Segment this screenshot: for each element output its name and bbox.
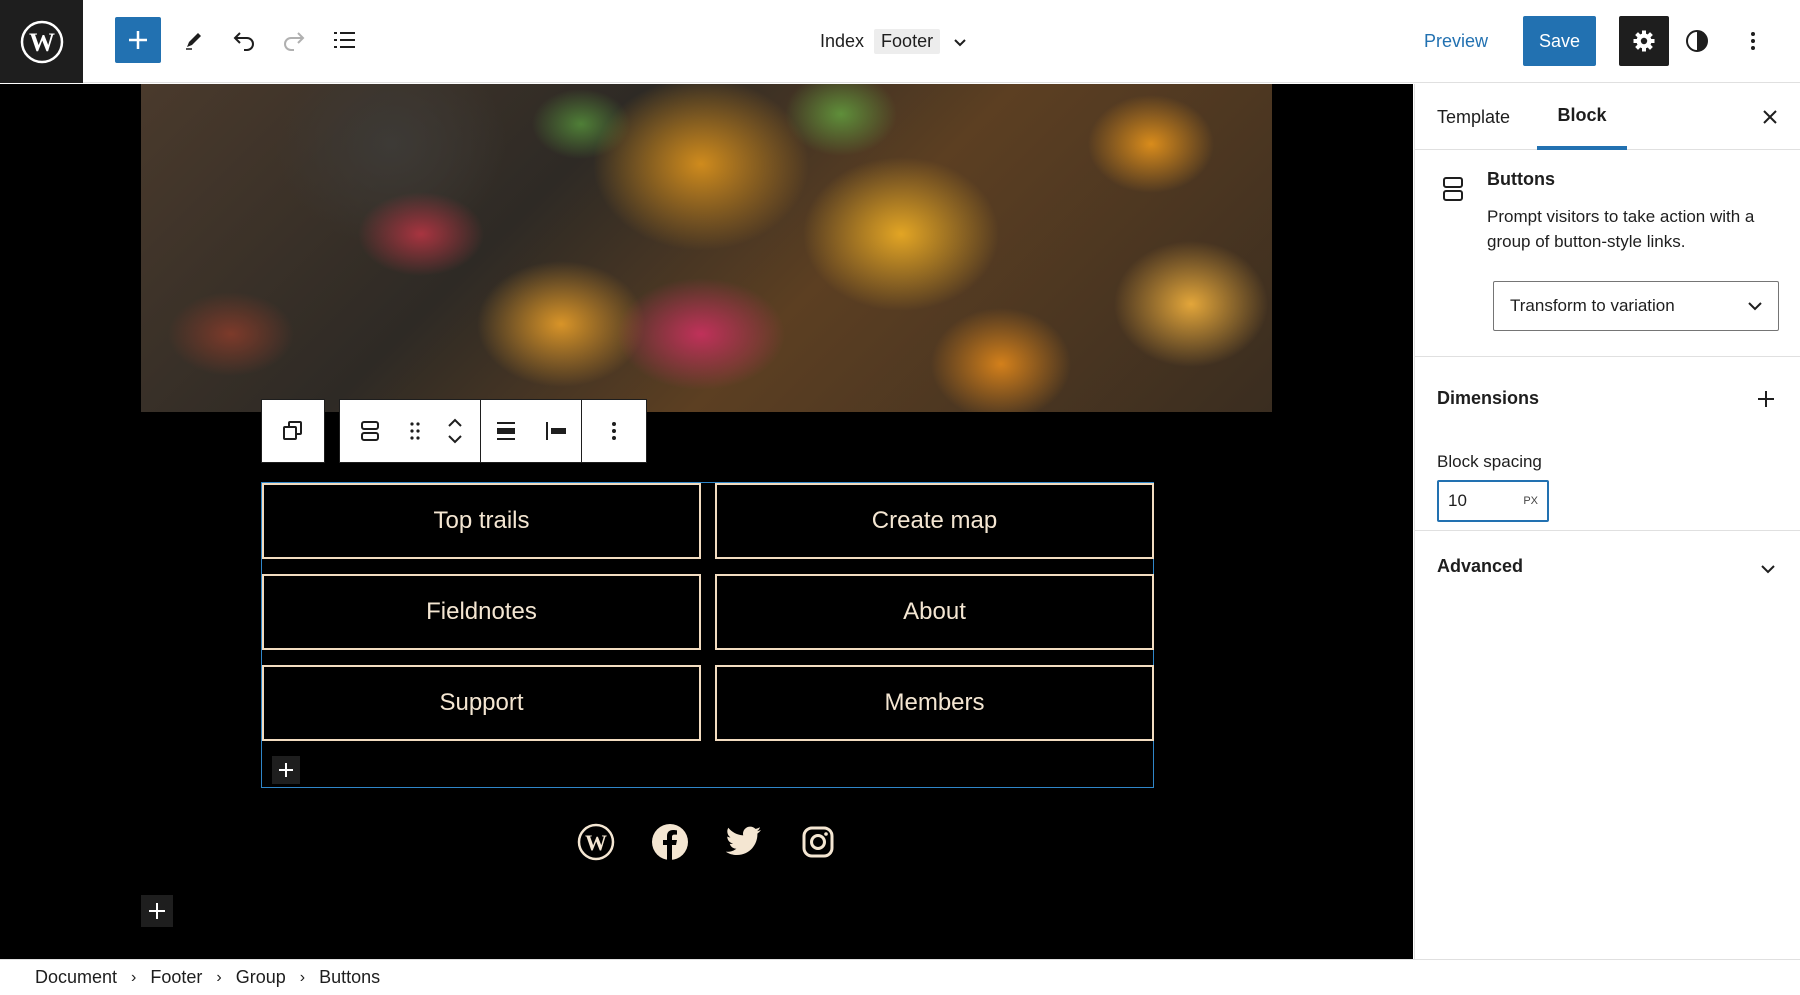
contrast-icon bbox=[1686, 30, 1708, 52]
breadcrumb-item-document[interactable]: Document bbox=[35, 967, 117, 988]
plus-icon bbox=[279, 763, 293, 777]
block-spacing-unit[interactable]: PX bbox=[1523, 495, 1538, 507]
redo-icon bbox=[284, 32, 305, 51]
transform-variation-label: Transform to variation bbox=[1510, 296, 1675, 315]
block-spacing-value: 10 bbox=[1448, 491, 1467, 510]
button-top-trails[interactable]: Top trails bbox=[262, 483, 701, 559]
undo-button[interactable] bbox=[221, 17, 267, 63]
plus-icon bbox=[1758, 391, 1774, 407]
block-controls-group bbox=[339, 399, 647, 463]
settings-sidebar: Template Block Buttons Prompt visitors t… bbox=[1414, 84, 1800, 959]
document-type-tag: Footer bbox=[874, 29, 941, 54]
chevron-right-icon: › bbox=[299, 968, 306, 986]
breadcrumb-item-footer[interactable]: Footer bbox=[150, 967, 202, 988]
align-left-icon bbox=[546, 422, 566, 440]
tab-block[interactable]: Block bbox=[1537, 84, 1627, 150]
block-breadcrumb: Document › Footer › Group › Buttons bbox=[0, 959, 1800, 995]
justify-button[interactable] bbox=[481, 400, 531, 462]
block-type-button[interactable] bbox=[340, 400, 400, 462]
preview-button[interactable]: Preview bbox=[1424, 0, 1488, 83]
drag-handle-icon bbox=[410, 422, 420, 440]
facebook-icon bbox=[652, 824, 688, 860]
social-link-twitter[interactable] bbox=[722, 820, 766, 864]
document-title[interactable]: Index Footer bbox=[820, 0, 970, 83]
justify-center-icon bbox=[497, 422, 515, 440]
twitter-icon bbox=[725, 826, 761, 855]
pencil-icon bbox=[186, 33, 201, 50]
dimensions-panel: Dimensions Block spacing 10 PX bbox=[1415, 358, 1800, 531]
tab-template[interactable]: Template bbox=[1437, 84, 1510, 150]
document-title-text: Index bbox=[820, 31, 865, 51]
button-create-map[interactable]: Create map bbox=[715, 483, 1154, 559]
styles-button[interactable] bbox=[1672, 16, 1722, 66]
block-toolbar bbox=[261, 399, 647, 463]
block-spacing-label: Block spacing bbox=[1437, 452, 1542, 471]
drag-handle[interactable] bbox=[400, 400, 430, 462]
select-parent-icon bbox=[283, 421, 302, 440]
add-block-appender[interactable] bbox=[141, 895, 173, 927]
svg-text:W: W bbox=[29, 28, 55, 57]
more-vertical-icon bbox=[612, 422, 616, 440]
button-fieldnotes[interactable]: Fieldnotes bbox=[262, 574, 701, 650]
buttons-block[interactable]: Top trails Create map Fieldnotes About S… bbox=[261, 482, 1154, 788]
button-members[interactable]: Members bbox=[715, 665, 1154, 741]
redo-button[interactable] bbox=[271, 17, 317, 63]
chevron-up-icon[interactable] bbox=[445, 413, 465, 431]
chevron-down-icon[interactable] bbox=[950, 32, 970, 52]
block-description: Prompt visitors to take action with a gr… bbox=[1487, 207, 1755, 251]
buttons-block-icon bbox=[1441, 175, 1465, 208]
more-vertical-icon bbox=[1751, 32, 1755, 50]
advanced-toggle[interactable] bbox=[1753, 554, 1783, 584]
undo-icon bbox=[233, 32, 254, 51]
button-about[interactable]: About bbox=[715, 574, 1154, 650]
transform-variation-select[interactable]: Transform to variation bbox=[1493, 281, 1779, 331]
plus-icon bbox=[129, 31, 147, 49]
add-button-appender[interactable] bbox=[272, 756, 300, 784]
social-link-wordpress[interactable]: W bbox=[574, 820, 618, 864]
advanced-panel[interactable]: Advanced bbox=[1415, 532, 1800, 598]
svg-text:W: W bbox=[585, 830, 607, 855]
editor-canvas[interactable]: Top trails Create map Fieldnotes About S… bbox=[0, 84, 1413, 959]
settings-button[interactable] bbox=[1619, 16, 1669, 66]
chevron-down-icon bbox=[1748, 302, 1762, 311]
buttons-block-icon bbox=[361, 421, 379, 441]
breadcrumb-item-group[interactable]: Group bbox=[236, 967, 286, 988]
select-parent-button[interactable] bbox=[261, 399, 325, 463]
align-button[interactable] bbox=[531, 400, 581, 462]
close-sidebar-button[interactable] bbox=[1755, 102, 1785, 132]
gear-icon bbox=[1633, 30, 1655, 52]
chevron-right-icon: › bbox=[131, 968, 137, 986]
block-options-button[interactable] bbox=[582, 400, 646, 462]
dimensions-title: Dimensions bbox=[1437, 388, 1540, 408]
add-block-button[interactable] bbox=[115, 17, 161, 63]
sidebar-tabs: Template Block bbox=[1415, 84, 1800, 150]
wordpress-icon: W bbox=[20, 20, 63, 63]
block-title: Buttons bbox=[1487, 169, 1555, 189]
button-support[interactable]: Support bbox=[262, 665, 701, 741]
close-icon bbox=[1763, 110, 1777, 124]
edit-tools-button[interactable] bbox=[171, 17, 217, 63]
wordpress-logo-button[interactable]: W bbox=[0, 0, 83, 83]
plus-icon bbox=[149, 903, 165, 919]
top-toolbar: W Index Footer Preview Save bbox=[0, 0, 1800, 83]
dimensions-options-button[interactable] bbox=[1749, 382, 1783, 416]
hero-image[interactable] bbox=[141, 84, 1272, 412]
social-link-facebook[interactable] bbox=[648, 820, 692, 864]
breadcrumb-item-buttons: Buttons bbox=[319, 967, 381, 987]
social-link-instagram[interactable] bbox=[796, 820, 840, 864]
social-icons: W bbox=[574, 820, 840, 864]
save-button[interactable]: Save bbox=[1523, 16, 1596, 66]
chevron-right-icon: › bbox=[216, 968, 222, 986]
chevron-down-icon[interactable] bbox=[445, 431, 465, 449]
list-view-button[interactable] bbox=[321, 17, 367, 63]
options-button[interactable] bbox=[1728, 16, 1778, 66]
wordpress-icon: W bbox=[577, 823, 615, 861]
move-buttons[interactable] bbox=[430, 400, 480, 462]
block-spacing-input[interactable]: 10 PX bbox=[1437, 480, 1549, 522]
advanced-title: Advanced bbox=[1437, 556, 1524, 576]
chevron-down-icon bbox=[1761, 565, 1775, 574]
list-view-icon bbox=[334, 32, 355, 48]
block-card: Buttons Prompt visitors to take action w… bbox=[1415, 151, 1800, 357]
instagram-icon bbox=[802, 826, 834, 858]
